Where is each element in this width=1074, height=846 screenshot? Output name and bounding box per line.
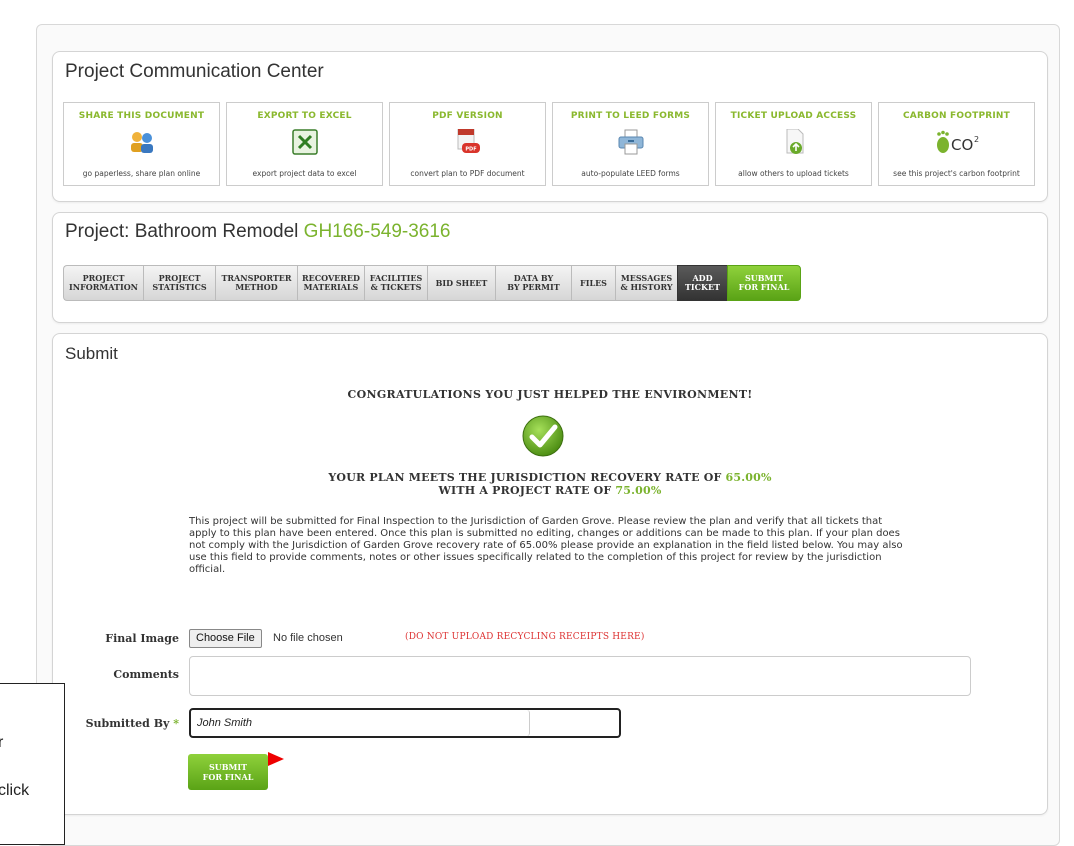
project-tabs: PROJECT INFORMATION PROJECT STATISTICS TRA… xyxy=(63,265,801,301)
printer-icon xyxy=(618,129,643,155)
tile-description: export project data to excel xyxy=(252,169,357,178)
tile-title: PDF VERSION xyxy=(432,111,503,121)
project-code: GH166-549-3616 xyxy=(303,221,451,242)
carbon-footprint-tile[interactable]: CARBON FOOTPRINT CO 2 see this project's… xyxy=(878,102,1035,186)
submit-button-label: SUBMIT xyxy=(208,762,248,772)
tile-description: convert plan to PDF document xyxy=(410,169,525,178)
choose-file-button[interactable]: Choose File xyxy=(189,629,262,648)
tab-files[interactable]: FILES xyxy=(571,265,615,301)
submission-instructions: This project will be submitted for Final… xyxy=(189,516,903,575)
checkmark-icon xyxy=(522,415,564,457)
comments-textarea[interactable] xyxy=(189,656,971,696)
tab-label: & TICKETS xyxy=(370,282,422,292)
annotation-callout: r click xyxy=(0,683,65,845)
callout-text: click xyxy=(0,782,30,799)
submit-panel: Submit CONGRATULATIONS YOU JUST HELPED T… xyxy=(52,333,1048,815)
users-share-icon xyxy=(130,132,153,153)
tab-project-information[interactable]: PROJECT INFORMATION xyxy=(63,265,143,301)
recovery-rate-message: YOUR PLAN MEETS THE JURISDICTION RECOVER… xyxy=(53,471,1047,497)
file-status-text: No file chosen xyxy=(273,632,343,644)
tab-project-statistics[interactable]: PROJECT STATISTICS xyxy=(143,265,215,301)
tab-label: INFORMATION xyxy=(69,282,138,292)
submit-button-label: FOR FINAL xyxy=(202,772,254,782)
upload-document-icon xyxy=(786,129,803,154)
pdf-version-tile[interactable]: PDF VERSION PDF convert plan to PDF docu… xyxy=(389,102,546,186)
jurisdiction-rate-value: 65.00% xyxy=(725,471,772,484)
co2-footprint-icon: CO 2 xyxy=(936,130,979,154)
tile-title: TICKET UPLOAD ACCESS xyxy=(730,111,857,121)
required-asterisk: * xyxy=(173,717,179,730)
tab-label: FOR FINAL xyxy=(738,282,790,292)
tab-data-by-permit[interactable]: DATA BY BY PERMIT xyxy=(495,265,571,301)
communication-center-panel: Project Communication Center SHARE THIS … xyxy=(52,51,1048,202)
submitted-by-input[interactable]: John Smith xyxy=(189,708,621,738)
final-image-label: Final Image xyxy=(105,632,179,645)
red-arrow-icon xyxy=(268,752,284,766)
tile-description: go paperless, share plan online xyxy=(82,169,201,178)
submitted-by-label: Submitted By * xyxy=(63,717,179,730)
tile-title: CARBON FOOTPRINT xyxy=(902,111,1010,121)
callout-text: r xyxy=(0,734,4,751)
print-leed-tile[interactable]: PRINT TO LEED FORMS auto-populate LEED f… xyxy=(552,102,709,186)
submitted-by-text: Submitted By xyxy=(85,717,170,730)
tile-title: PRINT TO LEED FORMS xyxy=(570,111,691,121)
tile-title: EXPORT TO EXCEL xyxy=(257,111,352,121)
project-rate-value: 75.00% xyxy=(615,484,662,497)
upload-warning: (DO NOT UPLOAD RECYCLING RECEIPTS HERE) xyxy=(405,632,645,642)
ticket-upload-tile[interactable]: TICKET UPLOAD ACCESS allow others to upl… xyxy=(715,102,872,186)
tab-transporter-method[interactable]: TRANSPORTER METHOD xyxy=(215,265,297,301)
pdf-icon: PDF xyxy=(457,129,480,153)
tile-description: see this project's carbon footprint xyxy=(893,169,1020,178)
submit-for-final-button[interactable]: SUBMIT FOR FINAL xyxy=(188,754,268,790)
tab-label: FILES xyxy=(580,277,607,288)
export-excel-tile[interactable]: EXPORT TO EXCEL export project data to e… xyxy=(226,102,383,186)
tab-label: BID SHEET xyxy=(435,277,488,288)
project-panel: Project: Bathroom Remodel GH166-549-3616… xyxy=(52,212,1048,323)
tab-facilities-tickets[interactable]: FACILITIES & TICKETS xyxy=(364,265,427,301)
tab-label: TICKET xyxy=(684,282,721,292)
svg-text:CO: CO xyxy=(951,136,973,154)
project-rate-label: WITH A PROJECT RATE OF xyxy=(438,484,616,497)
svg-text:2: 2 xyxy=(974,135,979,144)
tab-label: MATERIALS xyxy=(303,282,359,292)
communication-center-title: Project Communication Center xyxy=(65,61,324,82)
tab-label: & HISTORY xyxy=(620,282,673,292)
tab-label: STATISTICS xyxy=(152,282,207,292)
tab-messages-history[interactable]: MESSAGES & HISTORY xyxy=(615,265,677,301)
svg-text:PDF: PDF xyxy=(465,147,476,153)
submit-title: Submit xyxy=(65,344,118,363)
excel-icon xyxy=(291,129,318,155)
tile-description: allow others to upload tickets xyxy=(738,169,849,178)
recovery-rate-label: YOUR PLAN MEETS THE JURISDICTION RECOVER… xyxy=(328,471,726,484)
tab-label: METHOD xyxy=(235,282,278,292)
comments-label: Comments xyxy=(113,668,179,681)
tab-bid-sheet[interactable]: BID SHEET xyxy=(427,265,495,301)
tab-recovered-materials[interactable]: RECOVERED MATERIALS xyxy=(297,265,364,301)
congratulations-message: CONGRATULATIONS YOU JUST HELPED THE ENVI… xyxy=(347,388,753,401)
tile-title: SHARE THIS DOCUMENT xyxy=(78,111,205,121)
tile-description: auto-populate LEED forms xyxy=(581,169,680,178)
tab-label: BY PERMIT xyxy=(507,282,560,292)
share-document-tile[interactable]: SHARE THIS DOCUMENT go paperless, share … xyxy=(63,102,220,186)
project-name: Project: Bathroom Remodel xyxy=(65,221,304,242)
submitted-by-value: John Smith xyxy=(197,717,253,729)
tab-submit-for-final[interactable]: SUBMIT FOR FINAL xyxy=(727,265,801,301)
tab-add-ticket[interactable]: ADD TICKET xyxy=(677,265,727,301)
project-title: Project: Bathroom Remodel GH166-549-3616 xyxy=(65,221,451,243)
